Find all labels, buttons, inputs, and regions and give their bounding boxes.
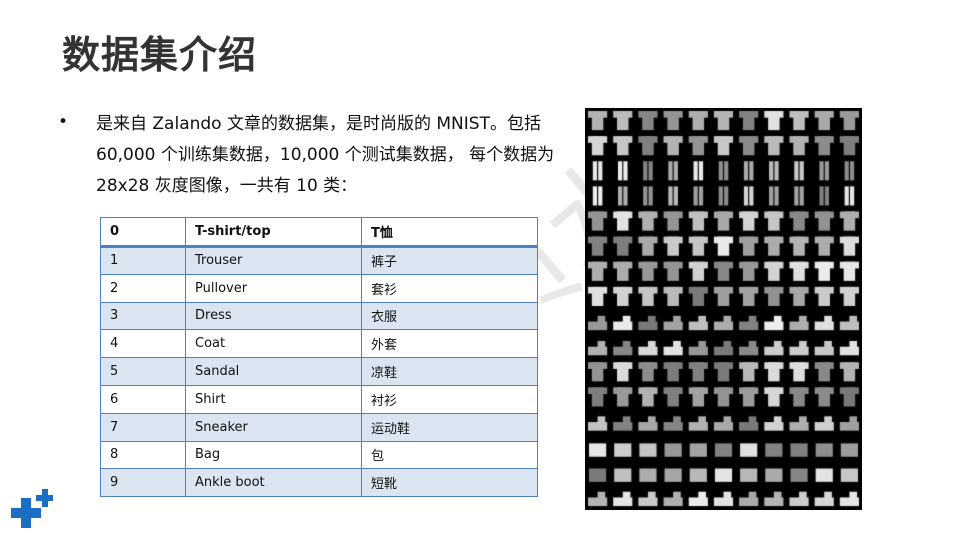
bullet-icon: •: [58, 112, 69, 132]
class-index: 2: [100, 273, 186, 303]
class-index: 7: [100, 412, 186, 442]
class-name-zh: 衣服: [361, 301, 538, 331]
table-row: 8 Bag 包: [100, 440, 538, 470]
class-name-en: T-shirt/top: [185, 217, 362, 248]
class-index: 6: [100, 384, 186, 414]
class-name-zh: 套衫: [361, 273, 538, 303]
fashion-mnist-image-grid: [585, 108, 862, 510]
class-name-zh: T恤: [361, 217, 538, 248]
class-name-en: Coat: [185, 329, 362, 359]
class-index: 8: [100, 440, 186, 470]
class-index: 0: [100, 217, 186, 248]
slide-title: 数据集介绍: [62, 33, 258, 77]
class-name-zh: 裤子: [361, 246, 538, 275]
class-name-en: Trouser: [185, 246, 362, 275]
class-index: 5: [100, 357, 186, 386]
table-row: 4 Coat 外套: [100, 329, 538, 359]
class-name-en: Shirt: [185, 384, 362, 414]
table-row: 7 Sneaker 运动鞋: [100, 412, 538, 442]
class-name-en: Sneaker: [185, 412, 362, 442]
class-name-zh: 运动鞋: [361, 412, 538, 442]
class-name-zh: 衬衫: [361, 384, 538, 414]
class-name-zh: 包: [361, 440, 538, 470]
intro-paragraph: 是来自 Zalando 文章的数据集，是时尚版的 MNIST。包括 60,000…: [96, 114, 555, 196]
class-name-zh: 短靴: [361, 468, 538, 498]
class-index: 1: [100, 246, 186, 275]
table-row: 1 Trouser 裤子: [100, 246, 538, 275]
table-row: 2 Pullover 套衫: [100, 273, 538, 303]
class-name-zh: 外套: [361, 329, 538, 359]
class-index: 4: [100, 329, 186, 359]
class-index: 3: [100, 301, 186, 331]
plus-logo-icon: [11, 489, 53, 528]
table-row: 0 T-shirt/top T恤: [100, 217, 538, 248]
table-row: 5 Sandal 凉鞋: [100, 357, 538, 386]
class-name-en: Dress: [185, 301, 362, 331]
class-table: 0 T-shirt/top T恤 1 Trouser 裤子 2 Pullover 套衫 3 Dres…: [100, 217, 538, 498]
class-index: 9: [100, 468, 186, 498]
class-name-zh: 凉鞋: [361, 357, 538, 386]
table-row: 3 Dress 衣服: [100, 301, 538, 331]
table-row: 6 Shirt 衬衫: [100, 384, 538, 414]
table-row: 9 Ankle boot 短靴: [100, 468, 538, 498]
class-name-en: Pullover: [185, 273, 362, 303]
class-name-en: Ankle boot: [185, 468, 362, 498]
class-name-en: Bag: [185, 440, 362, 470]
class-name-en: Sandal: [185, 357, 362, 386]
